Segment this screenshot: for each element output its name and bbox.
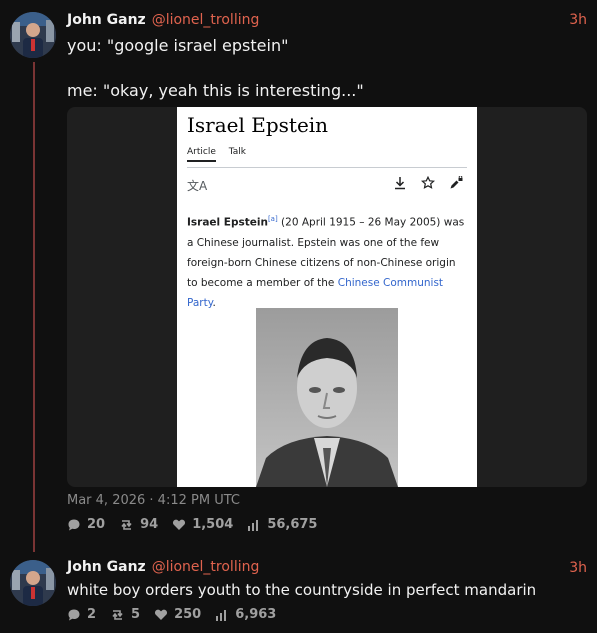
retweet-stat[interactable]: 94 <box>119 517 158 532</box>
avatar[interactable] <box>10 12 56 58</box>
avatar[interactable] <box>10 560 56 606</box>
author-handle[interactable]: @lionel_trolling <box>152 559 260 575</box>
tweet-stats: 20 94 1,504 56,675 <box>67 517 331 532</box>
tweet-time[interactable]: 3h <box>569 12 587 28</box>
retweet-count: 5 <box>131 607 141 622</box>
tweet-media[interactable]: Israel Epstein Article Talk 文A Israel Ep… <box>67 107 587 487</box>
tweet-date[interactable]: Mar 4, 2026 · 4:12 PM UTC <box>67 493 240 508</box>
reply-count: 20 <box>87 517 106 532</box>
wiki-toolbar <box>393 175 463 190</box>
views-stat[interactable]: 6,963 <box>215 607 276 622</box>
wiki-page-title: Israel Epstein <box>187 113 329 137</box>
tweet-stats: 2 5 250 6,963 <box>67 607 290 622</box>
tweet-text: white boy orders youth to the countrysid… <box>67 581 537 599</box>
like-count: 250 <box>174 607 202 622</box>
heart-icon <box>155 609 168 620</box>
thread-connector-line <box>33 62 35 552</box>
retweet-stat[interactable]: 5 <box>110 607 140 622</box>
download-icon <box>393 175 407 190</box>
edit-lock-icon <box>449 175 463 189</box>
footnote-ref: [a] <box>267 215 278 223</box>
wiki-lead-paragraph: Israel Epstein[a] (20 April 1915 – 26 Ma… <box>187 209 469 313</box>
portrait-photo <box>256 308 398 487</box>
avatar-image-icon <box>10 560 56 606</box>
tweet-time[interactable]: 3h <box>569 560 587 576</box>
tweet-text-line-1: you: "google israel epstein" <box>67 36 289 55</box>
wiki-body-end: . <box>212 296 216 309</box>
like-count: 1,504 <box>192 517 234 532</box>
tweet-text-line-2: me: "okay, yeah this is interesting..." <box>67 81 364 100</box>
author-handle[interactable]: @lionel_trolling <box>152 12 260 28</box>
star-icon <box>420 175 436 189</box>
reply-icon <box>68 519 80 530</box>
tab-talk: Talk <box>228 147 246 157</box>
wikipedia-screenshot: Israel Epstein Article Talk 文A Israel Ep… <box>177 107 477 487</box>
author-name[interactable]: John Ganz <box>67 12 146 28</box>
views-icon <box>216 609 227 621</box>
heart-icon <box>173 519 186 530</box>
wiki-subject-name: Israel Epstein <box>187 216 268 229</box>
tweet-header: John Ganz @lionel_trolling <box>67 12 259 28</box>
wiki-tabs: Article Talk <box>187 147 256 162</box>
reply-count: 2 <box>87 607 97 622</box>
wiki-divider <box>187 167 467 168</box>
author-name[interactable]: John Ganz <box>67 559 146 575</box>
views-count: 56,675 <box>267 517 318 532</box>
like-stat[interactable]: 250 <box>154 607 201 622</box>
views-icon <box>248 519 259 531</box>
reply-stat[interactable]: 2 <box>67 607 96 622</box>
retweet-count: 94 <box>140 517 159 532</box>
reply-icon <box>68 609 80 620</box>
tweet-header: John Ganz @lionel_trolling <box>67 559 259 575</box>
retweet-icon <box>121 519 132 530</box>
reply-stat[interactable]: 20 <box>67 517 105 532</box>
language-icon: 文A <box>187 179 208 193</box>
tab-article: Article <box>187 147 216 162</box>
avatar-image-icon <box>10 12 56 58</box>
views-count: 6,963 <box>235 607 277 622</box>
retweet-icon <box>112 609 123 620</box>
like-stat[interactable]: 1,504 <box>172 517 233 532</box>
views-stat[interactable]: 56,675 <box>247 517 317 532</box>
